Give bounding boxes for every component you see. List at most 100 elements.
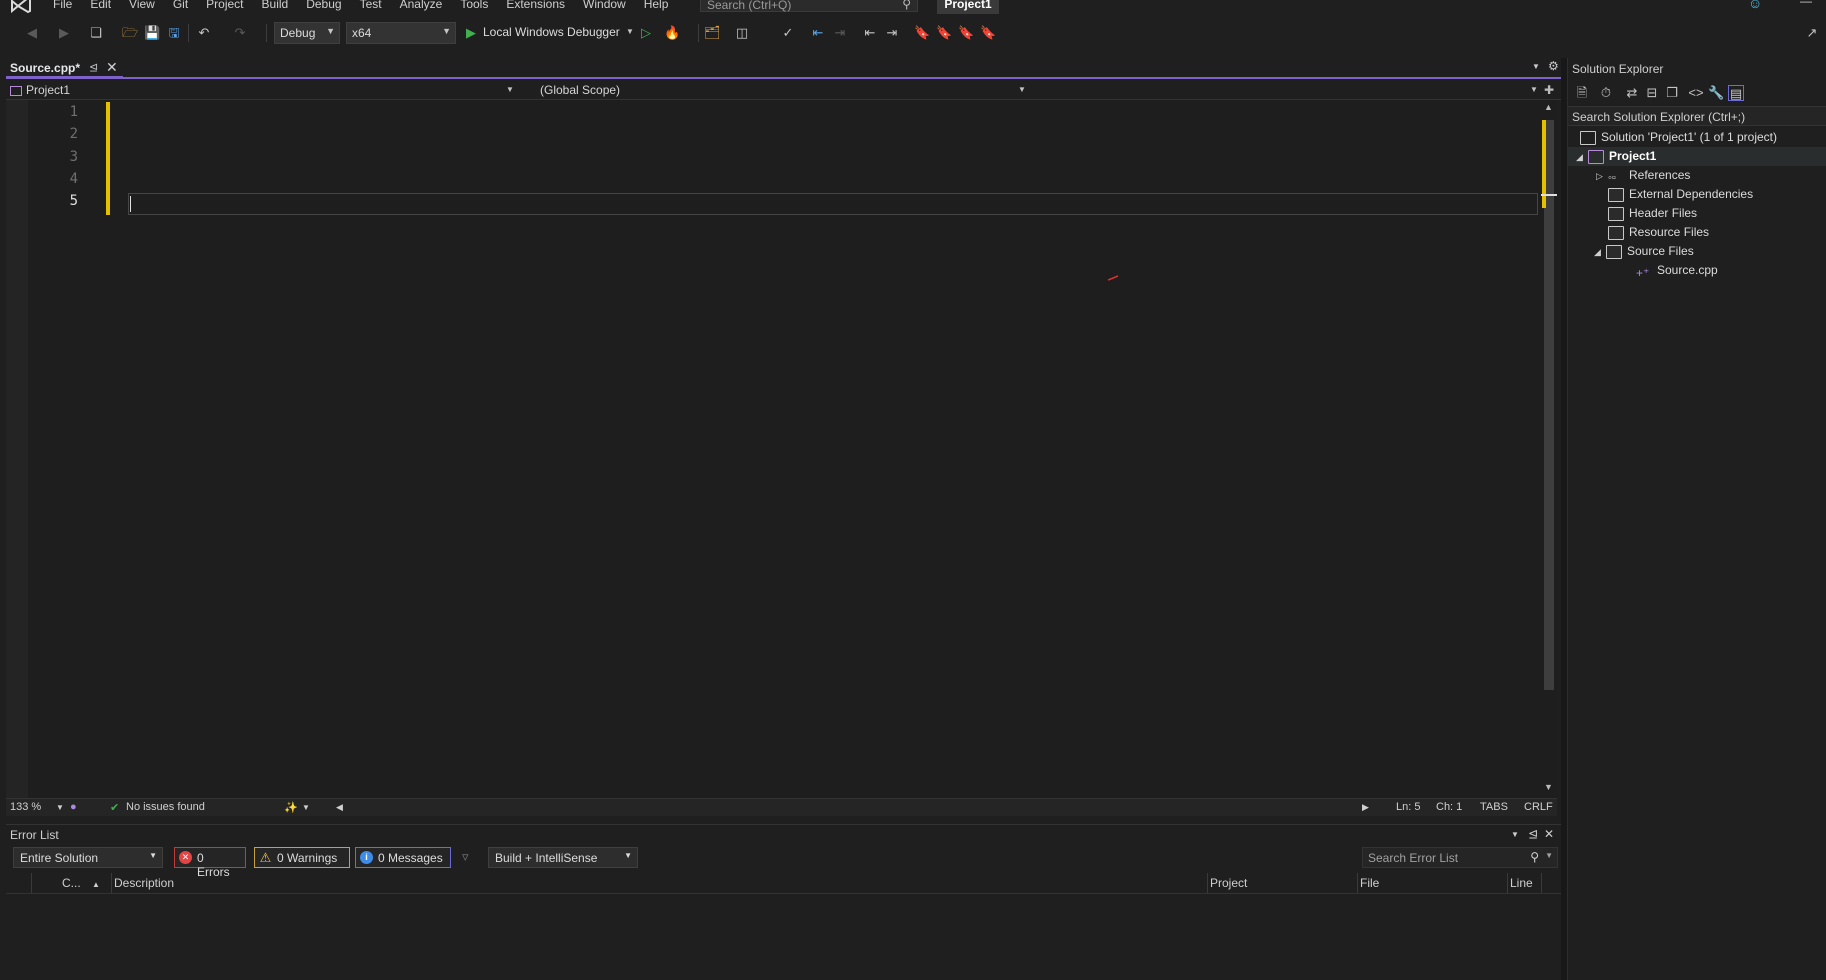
close-tab-icon[interactable]: ✕ [106,59,118,76]
tree-item-resource-files[interactable]: Resource Files [1608,223,1709,242]
properties-icon[interactable]: 🔧 [1708,85,1724,101]
error-scope-select[interactable]: Entire Solution ▼ [13,847,163,868]
collapsed-arrow-icon[interactable]: ▷ [1596,167,1608,186]
debugger-dropdown-icon[interactable]: ▼ [626,27,634,36]
column-header-project[interactable]: Project [1210,873,1358,893]
column-header-code[interactable]: C... ▲ [32,873,112,893]
vertical-scrollbar[interactable]: ▲ ▼ [1541,100,1557,798]
live-share-icon[interactable]: ↗ [1804,25,1820,41]
menu-project[interactable]: Project [197,0,252,11]
open-file-icon[interactable]: 🗁 [122,25,138,41]
column-indicator[interactable]: Ch: 1 [1436,801,1462,813]
scroll-left-icon[interactable]: ◀ [336,802,343,813]
pin-icon[interactable]: ⊴ [89,61,98,74]
project-scope-select[interactable]: Project1 [10,80,518,100]
sync-active-document-icon[interactable]: ⇄ [1624,85,1640,101]
line-ending-indicator[interactable]: CRLF [1524,801,1553,813]
tab-list-dropdown-icon[interactable]: ▼ [1532,62,1540,71]
menu-file[interactable]: File [44,0,81,11]
navigate-forward-icon[interactable]: ▶ [56,25,72,41]
copilot-icon[interactable]: ● [70,801,77,813]
global-scope-select[interactable]: (Global Scope) [540,80,1030,100]
line-indicator[interactable]: Ln: 5 [1396,801,1420,813]
view-code-icon[interactable]: <> [1688,85,1704,101]
tree-item-references[interactable]: ▷ ◦▫ References [1596,166,1690,185]
start-without-debugging-icon[interactable]: ▷ [638,25,654,41]
save-all-icon[interactable]: 🖫 [166,25,182,41]
menu-tools[interactable]: Tools [451,0,497,11]
window-position-dropdown-icon[interactable]: ▼ [1511,830,1519,839]
collapse-all-icon[interactable]: ⊟ [1644,85,1660,101]
split-window-icon[interactable]: ✚ [1541,80,1557,100]
switch-views-icon[interactable]: 🗎 [1574,85,1590,101]
undo-icon[interactable]: ↶ [196,25,212,41]
account-icon[interactable]: ☺ [1748,0,1762,11]
tree-item-source-cpp[interactable]: +⁺ Source.cpp [1636,261,1718,280]
indent-icon[interactable]: ⇥ [884,25,900,41]
menu-build[interactable]: Build [253,0,298,11]
messages-filter-button[interactable]: i 0 Messages [355,847,451,868]
warnings-filter-button[interactable]: ⚠ 0 Warnings [254,847,350,868]
save-icon[interactable]: 💾 [144,25,160,41]
redo-icon[interactable]: ↷ [232,25,248,41]
solution-configuration-select[interactable]: Debug ▼ [274,22,340,44]
close-icon[interactable]: ✕ [1544,827,1554,841]
menu-view[interactable]: View [120,0,164,11]
cleanup-dropdown-icon[interactable]: ▼ [302,803,310,812]
errors-filter-button[interactable]: ✕ 0 Errors [174,847,246,879]
zoom-level[interactable]: 133 % [10,801,41,813]
filter-icon[interactable]: ▿ [462,849,469,865]
tabs-indicator[interactable]: TABS [1480,801,1508,813]
pin-icon[interactable]: ⊴ [1528,827,1538,841]
new-project-icon[interactable]: ❏ [88,25,104,41]
show-all-files-icon[interactable]: ❐ [1664,85,1680,101]
solution-explorer-toolbar-icon[interactable]: 🗂 [704,25,721,41]
column-header-icon[interactable] [6,873,32,893]
tree-item-header-files[interactable]: Header Files [1608,204,1697,223]
column-header-line[interactable]: Line [1510,873,1542,893]
error-list-search-input[interactable]: Search Error List ⚲ ▼ [1362,847,1558,868]
error-source-select[interactable]: Build + IntelliSense ▼ [488,847,638,868]
next-bookmark-icon[interactable]: 🔖 [958,25,974,41]
tree-item-solution[interactable]: Solution 'Project1' (1 of 1 project) [1580,128,1777,147]
menu-analyze[interactable]: Analyze [391,0,452,11]
step-over-icon[interactable]: ⇥ [832,25,848,41]
zoom-dropdown-icon[interactable]: ▼ [56,803,64,812]
hot-reload-icon[interactable]: 🔥 [664,25,680,41]
navigate-back-icon[interactable]: ◀ [24,25,40,41]
column-header-file[interactable]: File [1360,873,1508,893]
tree-item-external-dependencies[interactable]: External Dependencies [1608,185,1753,204]
column-header-description[interactable]: Description [114,873,1208,893]
expanded-arrow-icon[interactable]: ◢ [1576,148,1588,167]
menu-debug[interactable]: Debug [297,0,350,11]
expanded-arrow-icon[interactable]: ◢ [1594,243,1606,262]
clear-bookmarks-icon[interactable]: 🔖 [980,25,996,41]
preview-selected-items-icon[interactable]: ▤ [1728,85,1744,101]
settings-gear-icon[interactable]: ⚙ [1548,59,1559,73]
pending-changes-filter-icon[interactable]: ⏱ [1598,85,1614,101]
tree-item-project[interactable]: ◢ Project1 [1576,147,1656,166]
start-debugging-button[interactable]: Local Windows Debugger [483,25,620,39]
tree-item-source-files[interactable]: ◢ Source Files [1594,242,1694,261]
solution-platform-select[interactable]: x64 ▼ [346,22,456,44]
window-layout-icon[interactable]: ◫ [734,25,750,41]
scroll-up-icon[interactable]: ▲ [1544,102,1553,112]
start-debugging-icon[interactable]: ▶ [463,25,479,41]
bookmark-icon[interactable]: 🔖 [914,25,930,41]
tab-source-cpp[interactable]: Source.cpp* ⊴ ✕ [6,58,123,78]
step-icon[interactable]: ⇤ [810,25,826,41]
menu-window[interactable]: Window [574,0,635,11]
issues-status[interactable]: No issues found [126,801,205,813]
global-search-input[interactable]: Search (Ctrl+Q) ⚲ [700,0,918,12]
spell-check-icon[interactable]: ✓ [780,25,796,41]
solution-explorer-search-input[interactable]: Search Solution Explorer (Ctrl+;) [1568,106,1826,126]
visual-studio-logo-icon[interactable] [10,0,32,14]
member-select[interactable] [1036,80,1541,100]
outdent-icon[interactable]: ⇤ [862,25,878,41]
menu-test[interactable]: Test [351,0,391,11]
menu-help[interactable]: Help [635,0,678,11]
minimize-icon[interactable]: — [1800,0,1812,8]
menu-edit[interactable]: Edit [81,0,120,11]
code-cleanup-icon[interactable]: ✨ [284,801,298,814]
menu-extensions[interactable]: Extensions [497,0,574,11]
